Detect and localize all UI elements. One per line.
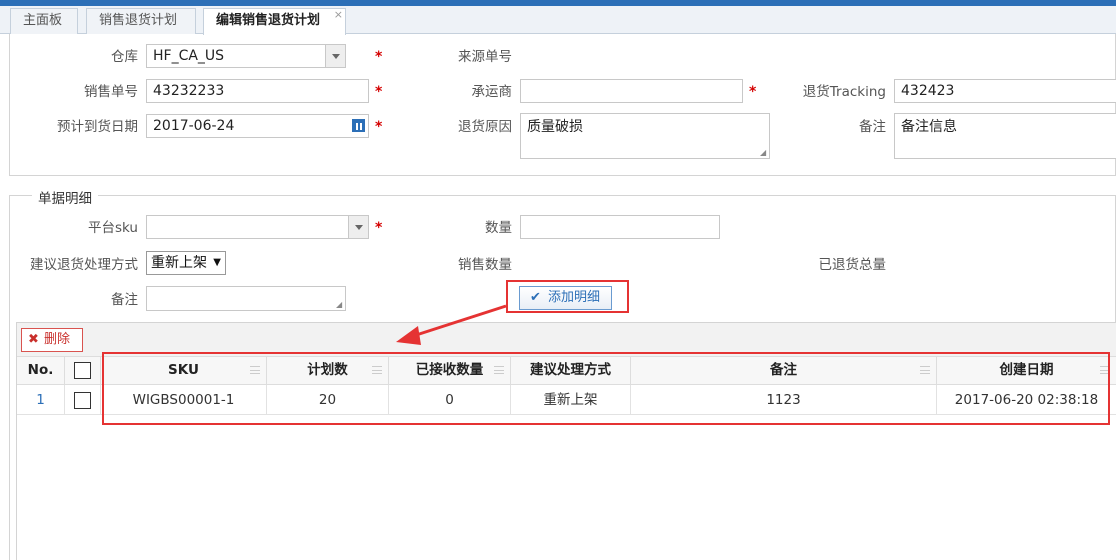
arrow-head [396,326,421,345]
arrow-shaft [409,304,507,339]
annotation-arrow [396,304,507,345]
